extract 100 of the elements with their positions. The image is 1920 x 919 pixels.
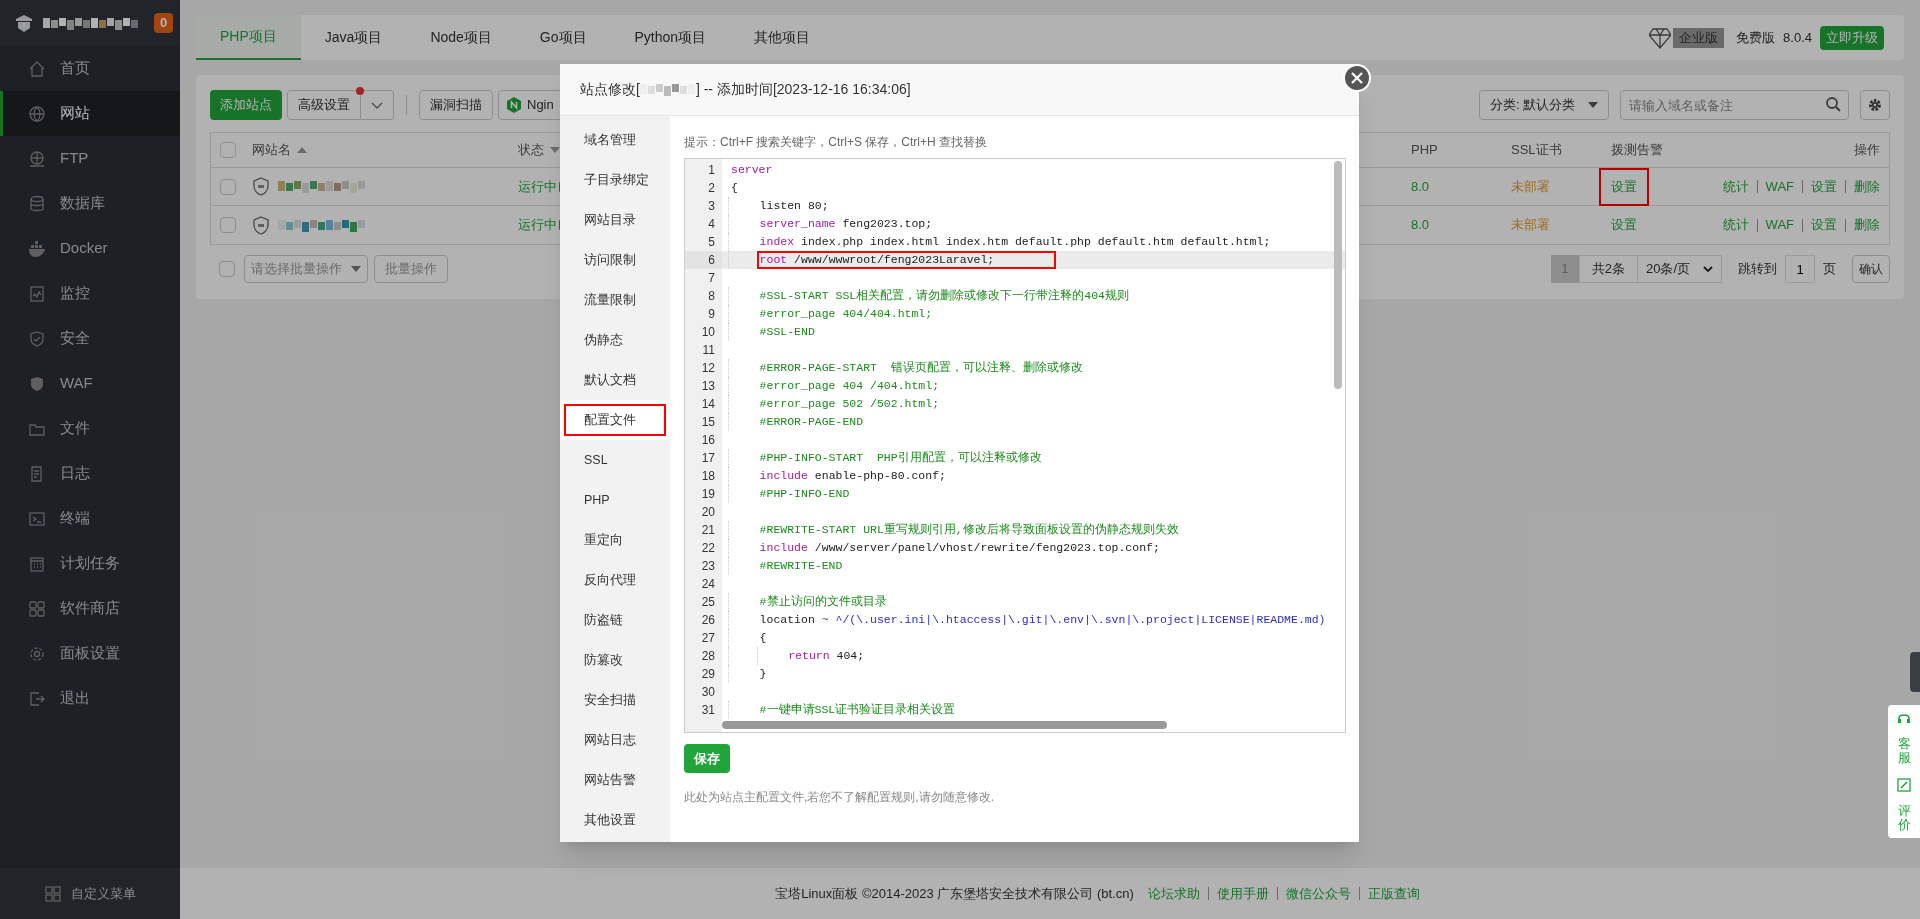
project-tab[interactable]: PHP项目: [196, 15, 301, 60]
project-tab[interactable]: Python项目: [610, 15, 731, 60]
project-tab[interactable]: Java项目: [300, 15, 407, 60]
dialog-nav-item[interactable]: SSL: [560, 440, 670, 480]
project-tab[interactable]: Go项目: [515, 15, 611, 60]
page-unit-label: 页: [1823, 260, 1836, 279]
action-link[interactable]: 设置: [1811, 176, 1837, 197]
action-link[interactable]: 删除: [1854, 215, 1880, 235]
grid-icon: [44, 885, 61, 902]
code-text: #SSL-START SSL相关配置，请勿删除或修改下一行带注释的404规则: [758, 288, 1130, 304]
monitor-chart-icon: [28, 284, 46, 303]
code-text: {: [730, 180, 739, 196]
sidebar-item[interactable]: 文件: [0, 406, 180, 451]
footer-link[interactable]: 使用手册: [1216, 883, 1269, 904]
batch-action-select[interactable]: 请选择批量操作: [244, 255, 368, 283]
sidebar-item[interactable]: 网站: [0, 91, 180, 136]
sidebar-item[interactable]: 数据库: [0, 181, 180, 226]
dialog-nav-item[interactable]: 网站目录: [560, 200, 670, 240]
scrollbar-thumb[interactable]: [1334, 161, 1342, 389]
dialog-nav-item[interactable]: 网站告警: [560, 760, 670, 800]
line-number: 11: [701, 342, 716, 359]
add-site-button[interactable]: 添加站点: [210, 90, 282, 120]
code-text: #error_page 404 /404.html;: [758, 378, 941, 394]
dialog-nav-item[interactable]: 其他设置: [560, 800, 670, 840]
code-text: listen 80;: [758, 198, 830, 214]
sidebar-item[interactable]: FTP: [0, 136, 180, 181]
sidebar-item[interactable]: 软件商店: [0, 586, 180, 631]
alert-settings-link[interactable]: 设置: [1599, 167, 1649, 206]
dialog-nav-item[interactable]: 防篡改: [560, 640, 670, 680]
action-link[interactable]: 统计: [1722, 215, 1749, 235]
dialog-nav-item[interactable]: 访问限制: [560, 240, 670, 280]
confirm-button[interactable]: 确认: [1852, 255, 1890, 283]
dialog-nav-item[interactable]: 伪静态: [560, 320, 670, 360]
sidebar-item[interactable]: 安全: [0, 316, 180, 361]
category-select[interactable]: 分类: 默认分类: [1479, 90, 1609, 120]
notification-badge[interactable]: 0: [154, 13, 173, 33]
checkbox[interactable]: [220, 178, 236, 195]
php-version-link[interactable]: 8.0: [1411, 176, 1511, 197]
search-icon: [1826, 97, 1841, 112]
line-number: 2: [707, 180, 716, 197]
dialog-nav-item[interactable]: 子目录绑定: [560, 160, 670, 200]
dialog-nav-item[interactable]: 防盗链: [560, 600, 670, 640]
batch-action-button[interactable]: 批量操作: [374, 255, 448, 283]
side-widget-link[interactable]: 客服: [1897, 737, 1911, 766]
dialog-nav-item[interactable]: 域名管理: [560, 120, 670, 160]
action-link[interactable]: WAF: [1765, 215, 1794, 235]
action-link[interactable]: 设置: [1811, 215, 1837, 235]
footer-link[interactable]: 论坛求助: [1147, 883, 1200, 904]
sidebar-item[interactable]: 面板设置: [0, 631, 180, 676]
footer-link[interactable]: 微信公众号: [1285, 883, 1351, 904]
column-header[interactable]: 网站名: [252, 140, 291, 160]
dialog-nav-item[interactable]: 安全扫描: [560, 680, 670, 720]
side-widget-link[interactable]: 评价: [1897, 803, 1911, 833]
diamond-icon: [1649, 26, 1672, 49]
sidebar-item[interactable]: 终端: [0, 496, 180, 541]
dropdown-button[interactable]: [361, 90, 394, 120]
vulnerability-scan-button[interactable]: 漏洞扫描: [419, 90, 493, 120]
page-size-select[interactable]: 20条/页: [1638, 255, 1722, 283]
action-link[interactable]: 统计: [1722, 176, 1749, 197]
dialog-nav-item[interactable]: 反向代理: [560, 560, 670, 600]
settings-button[interactable]: [1860, 90, 1890, 120]
sidebar-item[interactable]: WAF: [0, 361, 180, 406]
upgrade-button[interactable]: 立即升级: [1820, 25, 1884, 50]
dialog-nav-item[interactable]: 网站日志: [560, 720, 670, 760]
code-editor[interactable]: [684, 158, 1346, 733]
page-input[interactable]: 1: [1785, 255, 1815, 283]
php-version-link[interactable]: 8.0: [1411, 215, 1511, 235]
checkbox[interactable]: [220, 217, 236, 233]
edge-handle[interactable]: [1910, 652, 1920, 692]
search-field[interactable]: 请输入域名或备注: [1620, 90, 1849, 120]
dialog-nav-item[interactable]: PHP: [560, 480, 670, 520]
sidebar-item[interactable]: 监控: [0, 271, 180, 316]
sidebar-item[interactable]: 计划任务: [0, 541, 180, 586]
dialog-nav-item[interactable]: 默认文档: [560, 360, 670, 400]
save-button[interactable]: 保存: [684, 744, 730, 773]
column-header[interactable]: 状态: [518, 140, 544, 160]
sidebar-item[interactable]: 日志: [0, 451, 180, 496]
custom-menu-link[interactable]: 自定义菜单: [70, 883, 136, 904]
project-tab[interactable]: 其他项目: [730, 15, 835, 60]
logo-icon: [15, 13, 33, 33]
hint-text: 提示：Ctrl+F 搜索关键字，Ctrl+S 保存，Ctrl+H 查找替换: [684, 134, 988, 150]
sidebar-item[interactable]: 退出: [0, 676, 180, 721]
dialog-nav-item[interactable]: 流量限制: [560, 280, 670, 320]
dialog-nav-item[interactable]: 重定向: [560, 520, 670, 560]
action-link[interactable]: 删除: [1854, 176, 1880, 197]
footer-link[interactable]: 正版查询: [1367, 883, 1420, 904]
logout-icon: [28, 689, 46, 708]
line-number: 5: [707, 234, 716, 251]
advanced-settings-button[interactable]: 高级设置: [287, 90, 361, 120]
sidebar-item[interactable]: 首页: [0, 46, 180, 91]
plan-label: 免费版: [1736, 28, 1776, 47]
scrollbar-thumb[interactable]: [722, 721, 1167, 729]
checkbox[interactable]: [219, 261, 235, 277]
checkbox[interactable]: [220, 142, 236, 158]
dialog-nav-item[interactable]: 配置文件: [560, 400, 670, 440]
line-number: 3: [707, 198, 716, 215]
code-text: #REWRITE-END: [758, 558, 844, 574]
action-link[interactable]: WAF: [1765, 176, 1794, 197]
sidebar-item[interactable]: Docker: [0, 226, 180, 271]
project-tab[interactable]: Node项目: [406, 15, 516, 60]
